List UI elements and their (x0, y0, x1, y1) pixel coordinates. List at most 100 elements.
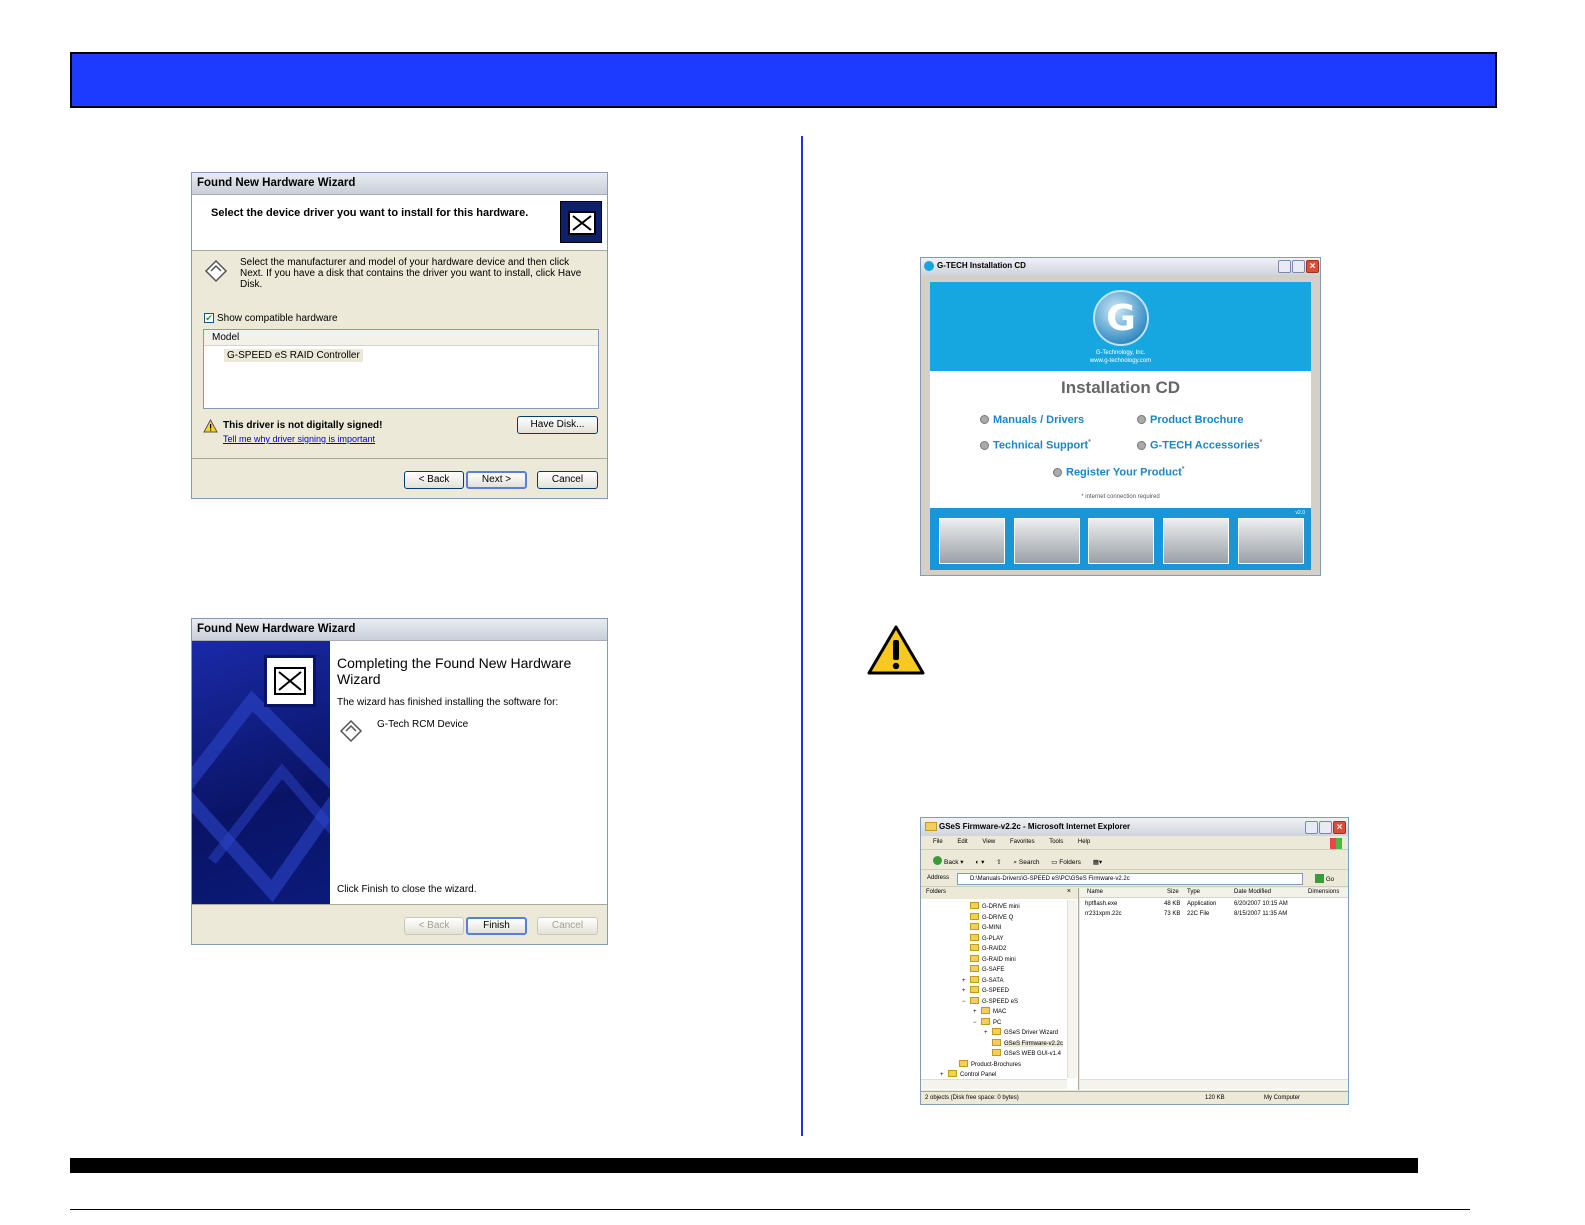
manuals-drivers-link[interactable]: Manuals / Drivers (980, 414, 1084, 426)
folder-icon (970, 923, 979, 930)
product-thumbnail (1163, 518, 1229, 564)
tree-item[interactable]: G-RAID2 (962, 944, 1006, 952)
forward-button[interactable]: ◐ ▾ (975, 858, 984, 866)
close-icon[interactable]: × (1306, 260, 1319, 273)
tree-expander-icon[interactable]: + (962, 988, 970, 994)
column-size[interactable]: Size (1167, 889, 1179, 895)
folder-icon (948, 1070, 957, 1077)
vertical-scrollbar[interactable] (1067, 900, 1077, 1078)
tree-expander-icon[interactable]: + (973, 1009, 981, 1015)
tree-item[interactable]: G-DRIVE mini (962, 902, 1020, 910)
tree-item[interactable]: GSeS WEB GUI-v1.4 (984, 1049, 1061, 1057)
folder-icon (959, 1059, 968, 1067)
horizontal-scrollbar[interactable] (921, 1079, 1067, 1089)
installer-heading: Installation CD (1060, 378, 1180, 397)
tree-expander-icon[interactable]: + (984, 1030, 992, 1036)
column-dimensions[interactable]: Dimensions (1308, 889, 1339, 895)
maximize-icon[interactable] (1319, 821, 1332, 834)
separator (192, 458, 607, 459)
tree-item[interactable]: + Control Panel (940, 1070, 996, 1078)
model-list[interactable]: Model G-SPEED eS RAID Controller (203, 329, 599, 409)
tree-item-label: G-SAFE (982, 967, 1005, 973)
column-date[interactable]: Date Modified (1234, 889, 1271, 895)
file-name-cell[interactable]: hptflash.exe (1085, 901, 1117, 907)
product-thumbnails: v2.0 (930, 508, 1311, 570)
folder-icon (992, 1038, 1001, 1046)
tree-item-label: G-PLAY (982, 935, 1004, 942)
folder-icon (970, 933, 979, 941)
column-name[interactable]: Name (1087, 889, 1103, 895)
folder-icon (981, 1007, 990, 1014)
go-button[interactable]: Go (1315, 874, 1334, 883)
tree-item-label: G-DRIVE Q (982, 914, 1014, 921)
back-button[interactable]: < Back (404, 471, 464, 489)
search-button[interactable]: ⌕ Search (1013, 859, 1039, 867)
product-brochure-link[interactable]: Product Brochure (1137, 414, 1244, 426)
tree-item[interactable]: GSeS Firmware-v2.2c (984, 1038, 1064, 1047)
minimize-icon[interactable] (1305, 821, 1318, 834)
tree-item[interactable]: Product-Brochures (951, 1059, 1021, 1068)
tree-expander-icon[interactable]: − (973, 1020, 981, 1026)
maximize-icon[interactable] (1292, 260, 1305, 273)
wizard-description: Select the manufacturer and model of you… (240, 257, 582, 290)
show-compatible-checkbox[interactable]: ✔ (204, 313, 214, 323)
accessories-link[interactable]: G-TECH Accessories* (1137, 439, 1262, 452)
product-thumbnail (939, 518, 1005, 564)
folder-icon (970, 912, 979, 920)
next-button[interactable]: Next > (466, 471, 527, 489)
finish-button[interactable]: Finish (466, 917, 527, 935)
back-button[interactable]: Back ▾ (933, 856, 964, 866)
close-folders-icon[interactable]: × (1067, 888, 1071, 895)
window-title: GSeS Firmware-v2.2c - Microsoft Internet… (921, 818, 1348, 836)
close-icon[interactable]: × (1333, 821, 1346, 834)
tree-item[interactable]: G-PLAY (962, 933, 1004, 942)
hardware-chip-icon (339, 719, 363, 746)
tree-item[interactable]: + GSeS Driver Wizard (984, 1028, 1058, 1036)
status-zone: My Computer (1264, 1095, 1301, 1101)
status-size: 120 KB (1205, 1095, 1225, 1101)
column-type[interactable]: Type (1187, 889, 1200, 895)
cancel-button[interactable]: Cancel (537, 917, 598, 935)
driver-signing-link[interactable]: Tell me why driver signing is important (223, 434, 375, 444)
have-disk-button[interactable]: Have Disk... (517, 416, 598, 434)
bullet-icon (1137, 415, 1146, 424)
tree-item[interactable]: G-SAFE (962, 965, 1004, 973)
up-folder-icon[interactable]: ⇧ (996, 858, 1001, 866)
menu-file[interactable]: File (933, 839, 943, 845)
address-input[interactable]: D:\Manuals-Drivers\G-SPEED eS\PC\GSeS Fi… (957, 873, 1303, 885)
tree-item-label: G-RAID mini (982, 956, 1016, 963)
footer-bar (70, 1158, 1418, 1173)
cancel-button[interactable]: Cancel (537, 471, 598, 489)
tree-expander-icon[interactable]: + (940, 1072, 948, 1078)
folders-button[interactable]: ▭ Folders (1051, 858, 1081, 866)
tree-item[interactable]: − G-SPEED eS (962, 996, 1018, 1005)
register-product-link[interactable]: Register Your Product* (1053, 466, 1184, 479)
horizontal-scrollbar[interactable] (1080, 1079, 1348, 1089)
tree-item[interactable]: + MAC (973, 1007, 1006, 1015)
minimize-icon[interactable] (1278, 260, 1291, 273)
views-icon[interactable]: ▦▾ (1093, 858, 1102, 866)
back-button[interactable]: < Back (404, 917, 464, 935)
menu-view[interactable]: View (982, 839, 995, 845)
menu-help[interactable]: Help (1078, 839, 1090, 845)
file-name-cell[interactable]: rr231xpm.22c (1085, 911, 1122, 917)
menu-favorites[interactable]: Favorites (1010, 839, 1035, 845)
technical-support-link[interactable]: Technical Support* (980, 439, 1091, 452)
tree-item[interactable]: G-MINI (962, 923, 1001, 931)
status-bar: 2 objects (Disk free space: 0 bytes) 120… (921, 1091, 1348, 1104)
list-item[interactable]: G-SPEED eS RAID Controller (224, 349, 363, 362)
product-thumbnail (1014, 518, 1080, 564)
tree-expander-icon[interactable]: + (962, 978, 970, 984)
menu-edit[interactable]: Edit (957, 839, 967, 845)
tree-item[interactable]: + G-SPEED (962, 986, 1009, 994)
unsigned-driver-warning: This driver is not digitally signed! (223, 420, 383, 431)
column-header-model[interactable]: Model (204, 330, 598, 346)
warning-icon (203, 418, 218, 436)
tree-item[interactable]: G-DRIVE Q (962, 912, 1014, 921)
tree-item[interactable]: − PC (973, 1017, 1001, 1026)
tree-item[interactable]: + G-SATA (962, 975, 1003, 984)
hardware-icon (264, 655, 316, 707)
tree-expander-icon[interactable]: − (962, 999, 970, 1005)
tree-item[interactable]: G-RAID mini (962, 954, 1016, 963)
menu-tools[interactable]: Tools (1049, 839, 1063, 845)
